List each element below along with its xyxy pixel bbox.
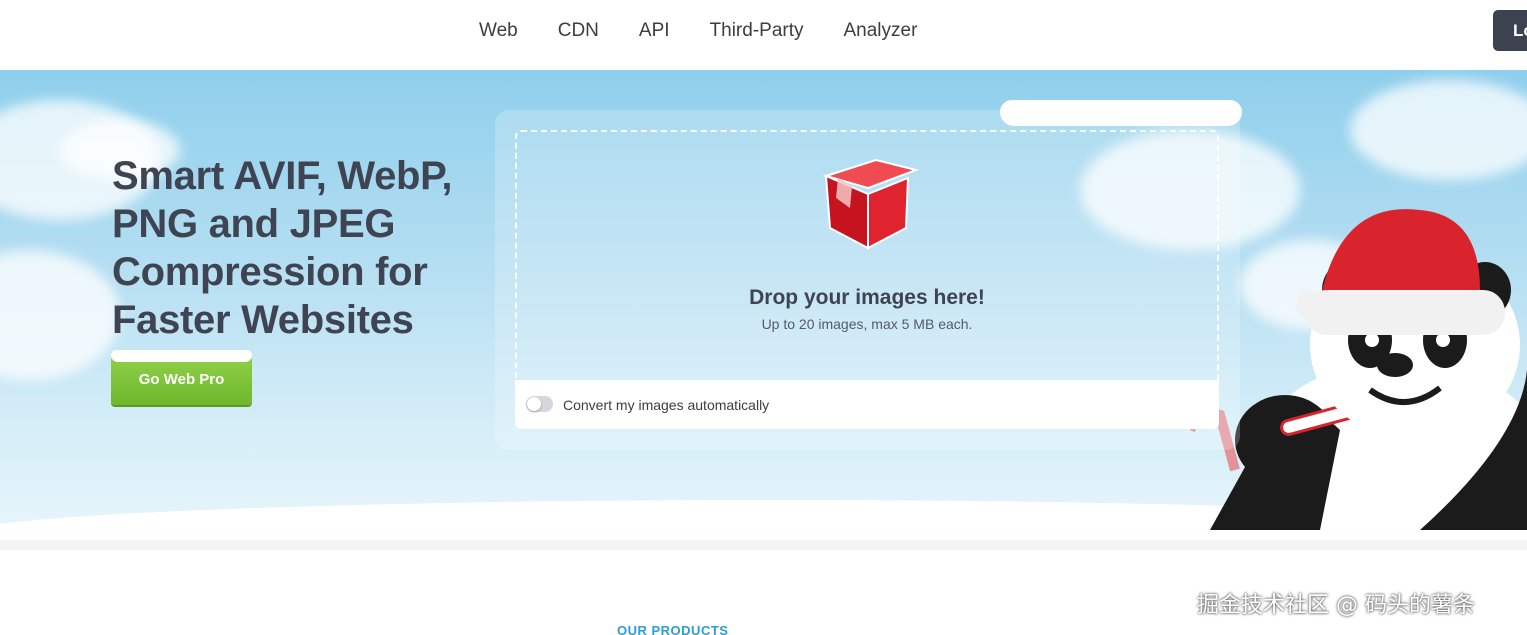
convert-option-bar: Convert my images automatically xyxy=(515,380,1219,429)
gift-box-icon xyxy=(822,158,920,250)
nav-item-analyzer[interactable]: Analyzer xyxy=(844,18,918,44)
button-snow-cap xyxy=(111,350,252,362)
dropzone-title: Drop your images here! xyxy=(749,286,985,309)
convert-toggle[interactable] xyxy=(526,396,553,412)
top-navigation-bar: Web CDN API Third-Party Analyzer Lo xyxy=(0,0,1527,70)
our-products-heading: OUR PRODUCTS xyxy=(617,623,729,635)
go-web-pro-button[interactable]: Go Web Pro xyxy=(111,350,252,405)
login-button[interactable]: Lo xyxy=(1493,10,1527,51)
hero-headline: Smart AVIF, WebP, PNG and JPEG Compressi… xyxy=(112,154,453,342)
snow-edge xyxy=(0,540,1527,550)
watermark-text: 掘金技术社区 @ 码头的薯条 xyxy=(1197,593,1475,618)
nav-item-api[interactable]: API xyxy=(639,18,670,44)
panel-snow-cap xyxy=(1000,100,1242,126)
go-web-pro-label: Go Web Pro xyxy=(138,371,225,388)
nav-item-web[interactable]: Web xyxy=(479,18,518,44)
santa-panda-mascot xyxy=(1190,209,1527,530)
cloud-decoration xyxy=(0,250,120,380)
dropzone-subtitle: Up to 20 images, max 5 MB each. xyxy=(761,316,973,332)
main-nav: Web CDN API Third-Party Analyzer xyxy=(479,18,957,44)
nav-item-third-party[interactable]: Third-Party xyxy=(710,18,804,44)
convert-label: Convert my images automatically xyxy=(563,397,770,413)
nav-item-cdn[interactable]: CDN xyxy=(558,18,599,44)
toggle-knob xyxy=(527,397,541,411)
